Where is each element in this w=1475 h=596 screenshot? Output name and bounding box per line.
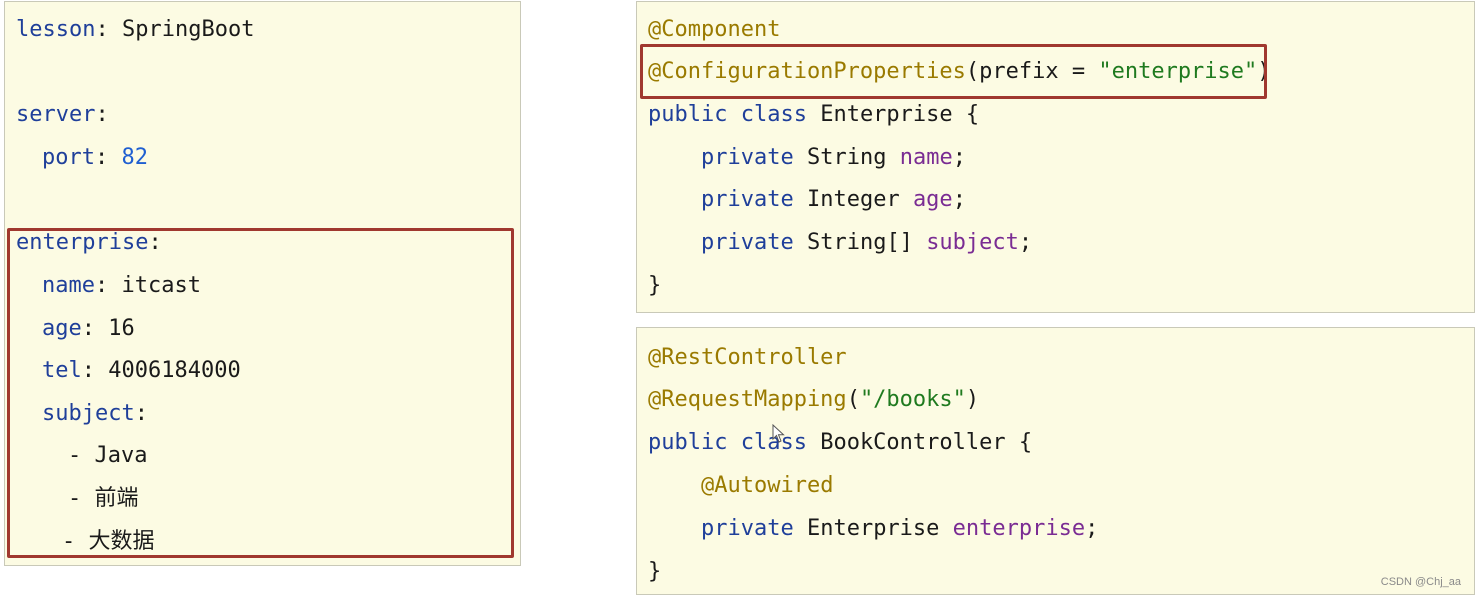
mouse-pointer-icon [772, 424, 785, 443]
field-name: enterprise [952, 516, 1086, 541]
field-declaration: private Integer age; [701, 187, 966, 212]
mapping-path: "/books" [859, 387, 966, 412]
yaml-line-subject: subject: [42, 401, 148, 426]
autowired-annotation: @Autowired [701, 473, 834, 498]
yaml-line-lesson: lesson: SpringBoot [16, 17, 255, 42]
field-type: String [806, 145, 887, 170]
code-line-autowired: @Autowired [701, 471, 833, 501]
code-line-class-decl: public class Enterprise { [648, 100, 979, 130]
yaml-line-port: port: 82 [42, 145, 148, 170]
code-line-configuration-properties: @ConfigurationProperties(prefix = "enter… [648, 59, 1271, 84]
yaml-key-tel: tel [42, 358, 82, 383]
yaml-subject-item: - 前端 [68, 486, 139, 511]
request-mapping-annotation: @RequestMapping [648, 387, 847, 412]
watermark-text: CSDN @Chj_aa [1380, 576, 1461, 588]
field-type: Integer [806, 187, 900, 212]
public-class-keyword: public class [648, 102, 807, 127]
code-line-request-mapping: @RequestMapping("/books") [648, 387, 980, 412]
code-line-enterprise-field: private Enterprise enterprise; [701, 516, 1099, 541]
yaml-key-name: name [42, 273, 95, 298]
yaml-line-name: name: itcast [42, 273, 201, 298]
class-close-brace: } [648, 273, 662, 298]
yaml-key-age: age [42, 316, 82, 341]
yaml-value-tel: 4006184000 [108, 358, 241, 383]
code-line-controller-decl: public class BookController { [648, 428, 1032, 458]
yaml-line-age: age: 16 [42, 316, 135, 341]
class-name: Enterprise { [820, 102, 980, 127]
component-annotation: @Component [648, 17, 781, 42]
yaml-subject-item: - Java [68, 443, 148, 468]
yaml-value-port: 82 [121, 145, 148, 170]
controller-class-name: BookController { [820, 430, 1033, 455]
yaml-value-name: itcast [121, 273, 201, 298]
field-declaration: private String[] subject; [701, 230, 1033, 255]
rest-controller-annotation: @RestController [648, 345, 847, 370]
field-type: Enterprise [806, 516, 940, 541]
prefix-value: "enterprise" [1098, 59, 1258, 84]
configuration-properties-annotation: @ConfigurationProperties [648, 59, 966, 84]
controller-close-brace: } [648, 559, 662, 584]
yaml-value-age: 16 [108, 316, 135, 341]
field-declaration: private String name; [701, 145, 966, 170]
field-name: subject [926, 230, 1019, 255]
code-line-component: @Component [648, 15, 780, 45]
yaml-key-subject: subject [42, 401, 135, 426]
yaml-line-tel: tel: 4006184000 [42, 358, 241, 383]
field-name: name [899, 145, 953, 170]
yaml-line-enterprise: enterprise: [16, 230, 162, 255]
field-name: age [912, 187, 953, 212]
yaml-line-server: server: [16, 102, 109, 127]
yaml-key-lesson: lesson [16, 17, 96, 42]
yaml-key-enterprise: enterprise [16, 230, 149, 255]
yaml-value-lesson: SpringBoot [121, 17, 255, 42]
yaml-key-server: server [16, 102, 96, 127]
field-type: String[] [806, 230, 913, 255]
yaml-key-port: port [42, 145, 95, 170]
yaml-subject-item: - 大数据 [62, 529, 155, 554]
code-line-rest-controller: @RestController [648, 343, 847, 373]
